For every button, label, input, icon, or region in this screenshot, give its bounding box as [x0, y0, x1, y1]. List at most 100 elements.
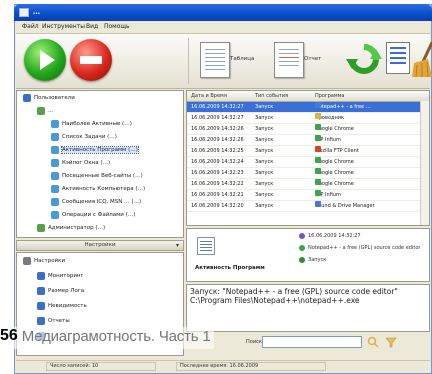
event-details-text[interactable]: Запуск: "Notepad++ - a free (GPL) source… — [186, 284, 430, 332]
detail-time-line: 16.06.2009 14:32:27 — [299, 233, 361, 240]
cell-event-type: Запуск — [255, 126, 274, 132]
program-icon — [315, 102, 321, 108]
stop-icon — [80, 56, 102, 64]
broom-icon[interactable] — [412, 41, 432, 79]
cell-event-type: Запуск — [255, 181, 274, 187]
users-tree-item[interactable]: Наиболее Активные (…) — [51, 120, 132, 130]
users-tree-item-label: Администратор (…) — [48, 225, 106, 231]
users-tree-item[interactable]: … — [37, 107, 54, 117]
users-tree-item-label: Пользователи — [34, 95, 75, 101]
settings-tree-item-label: Настройки — [34, 258, 66, 264]
users-tree-item[interactable]: Посещенные Веб-сайты (…) — [51, 172, 143, 182]
settings-tree-item-label: Размер Лога — [48, 288, 85, 294]
settings-tree-item[interactable]: Мониторинг — [37, 272, 83, 282]
menu-file[interactable]: Файл — [22, 23, 39, 30]
search-label: Поиск — [246, 339, 262, 345]
users-tree-item[interactable]: Список Задачи (…) — [51, 133, 117, 143]
report-label: Отчет — [304, 56, 322, 62]
table-row[interactable]: 16.06.2009 14:32:20 Запуск Sound & Drive M… — [187, 201, 429, 212]
col-datetime[interactable]: Дата и Время — [191, 93, 227, 99]
table-scrollbar[interactable] — [420, 101, 429, 225]
table-row[interactable]: 16.06.2009 14:32:26 Запуск QIP Infium — [187, 135, 429, 146]
users-tree-item[interactable]: Активность Компьютера (…) — [51, 185, 145, 195]
table-row[interactable]: 16.06.2009 14:32:21 Запуск QIP Infium — [187, 190, 429, 201]
status-bar: Число записей: 10 Последнее время: 16.06… — [16, 360, 430, 373]
detail-title: Активность Программ — [195, 265, 265, 271]
event-details-line-2: C:\Program Files\Notepad++\notepad++.exe — [190, 296, 360, 305]
report-icon — [274, 42, 304, 78]
cell-datetime: 16.06.2009 14:32:26 — [191, 126, 244, 132]
settings-tree-node-icon — [37, 287, 45, 295]
stop-monitoring-button[interactable] — [70, 39, 112, 81]
table-row[interactable]: 16.06.2009 14:32:27 Запуск Notepad++ - a f… — [187, 102, 429, 113]
table-row[interactable]: 16.06.2009 14:32:26 Запуск Google Chrome — [187, 124, 429, 135]
table-row[interactable]: 16.06.2009 14:32:22 Запуск Google Chrome — [187, 179, 429, 190]
users-tree: Пользователи … Наиболее Активные (…) Список… — [16, 90, 184, 238]
settings-tree-item-label: Невидимость — [48, 303, 87, 309]
users-tree-item[interactable]: Активность Программ (…) — [51, 146, 139, 156]
table-view-label: Таблица — [230, 56, 255, 62]
settings-tree-item[interactable]: Отчеты — [37, 317, 70, 327]
users-tree-item[interactable]: Администратор (…) — [37, 224, 105, 234]
settings-tree-item[interactable]: Размер Лога — [37, 287, 84, 297]
users-tree-item[interactable]: Кэйлог Окна (…) — [51, 159, 110, 169]
users-tree-item-label: Активность Компьютера (…) — [62, 186, 146, 192]
detail-app-line: Notepad++ - a free (GPL) source code edi… — [299, 245, 420, 252]
cell-program-label: Sound & Drive Manager — [315, 203, 375, 209]
users-tree-item-label: Активность Программ (…) — [61, 146, 139, 154]
search-input[interactable] — [262, 336, 362, 348]
settings-panel-header[interactable]: Настройки ▾ — [16, 240, 184, 251]
table-row[interactable]: 16.06.2009 14:32:23 Запуск Google Chrome — [187, 168, 429, 179]
cell-datetime: 16.06.2009 14:32:26 — [191, 137, 244, 143]
table-row[interactable]: 16.06.2009 14:32:25 Запуск Mozilla FTP Cli… — [187, 146, 429, 157]
cell-program-label: Notepad++ - a free … — [315, 104, 371, 110]
cell-program: QIP Infium — [315, 135, 341, 145]
users-tree-node-icon — [23, 94, 31, 102]
menu-help[interactable]: Помощь — [104, 23, 130, 30]
users-tree-item[interactable]: Операции с Файлами (…) — [51, 211, 135, 221]
users-tree-node-icon — [37, 224, 45, 232]
start-monitoring-button[interactable] — [24, 39, 66, 81]
table-view-button[interactable]: Таблица — [200, 42, 264, 78]
cell-program-label: Mozilla FTP Client — [315, 148, 359, 154]
users-tree-node-icon — [51, 146, 59, 154]
event-icon — [299, 257, 305, 263]
menu-view[interactable]: Вид — [86, 23, 98, 30]
table-row[interactable]: 16.06.2009 14:32:27 Запуск Проводник — [187, 113, 429, 124]
users-tree-item-label: Кэйлог Окна (…) — [62, 160, 111, 166]
users-tree-item-label: Наиболее Активные (…) — [62, 121, 132, 127]
report-button[interactable]: Отчет — [274, 42, 336, 78]
users-tree-node-icon — [51, 120, 59, 128]
detail-app: Notepad++ - a free (GPL) source code edi… — [308, 245, 421, 251]
cell-program: Google Chrome — [315, 168, 354, 178]
detail-event: Запуск — [308, 257, 327, 263]
settings-header-label: Настройки — [84, 242, 116, 248]
refresh-icon[interactable] — [346, 41, 382, 79]
settings-tree-node-icon — [37, 317, 45, 325]
cell-program: Mozilla FTP Client — [315, 146, 359, 156]
search-icon[interactable] — [366, 336, 380, 348]
cell-datetime: 16.06.2009 14:32:27 — [191, 104, 244, 110]
col-event-type[interactable]: Тип события — [255, 93, 288, 99]
table-row[interactable]: 16.06.2009 14:32:24 Запуск Google Chrome — [187, 157, 429, 168]
title-bar[interactable]: … — [14, 4, 432, 21]
settings-tree-item-label: Отчеты — [48, 318, 70, 324]
cell-event-type: Запуск — [255, 148, 274, 154]
cell-datetime: 16.06.2009 14:32:22 — [191, 181, 244, 187]
settings-tree-item[interactable]: Невидимость — [37, 302, 87, 312]
users-tree-item[interactable]: Сообщения ICQ, MSN … (…) — [51, 198, 141, 208]
cell-event-type: Запуск — [255, 192, 274, 198]
properties-icon[interactable] — [386, 42, 410, 74]
cell-datetime: 16.06.2009 14:32:23 — [191, 170, 244, 176]
users-tree-item[interactable]: Пользователи — [23, 94, 75, 104]
clock-icon — [299, 233, 305, 239]
users-tree-item-label: Сообщения ICQ, MSN … (…) — [62, 199, 142, 205]
caption-text: Медиаграмотность. Часть 1 — [21, 327, 211, 345]
cell-program: QIP Infium — [315, 190, 341, 200]
users-tree-node-icon — [51, 133, 59, 141]
detail-event-line: Запуск — [299, 257, 326, 264]
col-program[interactable]: Программа — [315, 93, 344, 99]
settings-tree-item[interactable]: Настройки — [23, 257, 65, 267]
filter-icon[interactable] — [384, 336, 398, 348]
menu-tools[interactable]: Инструменты — [42, 23, 85, 30]
